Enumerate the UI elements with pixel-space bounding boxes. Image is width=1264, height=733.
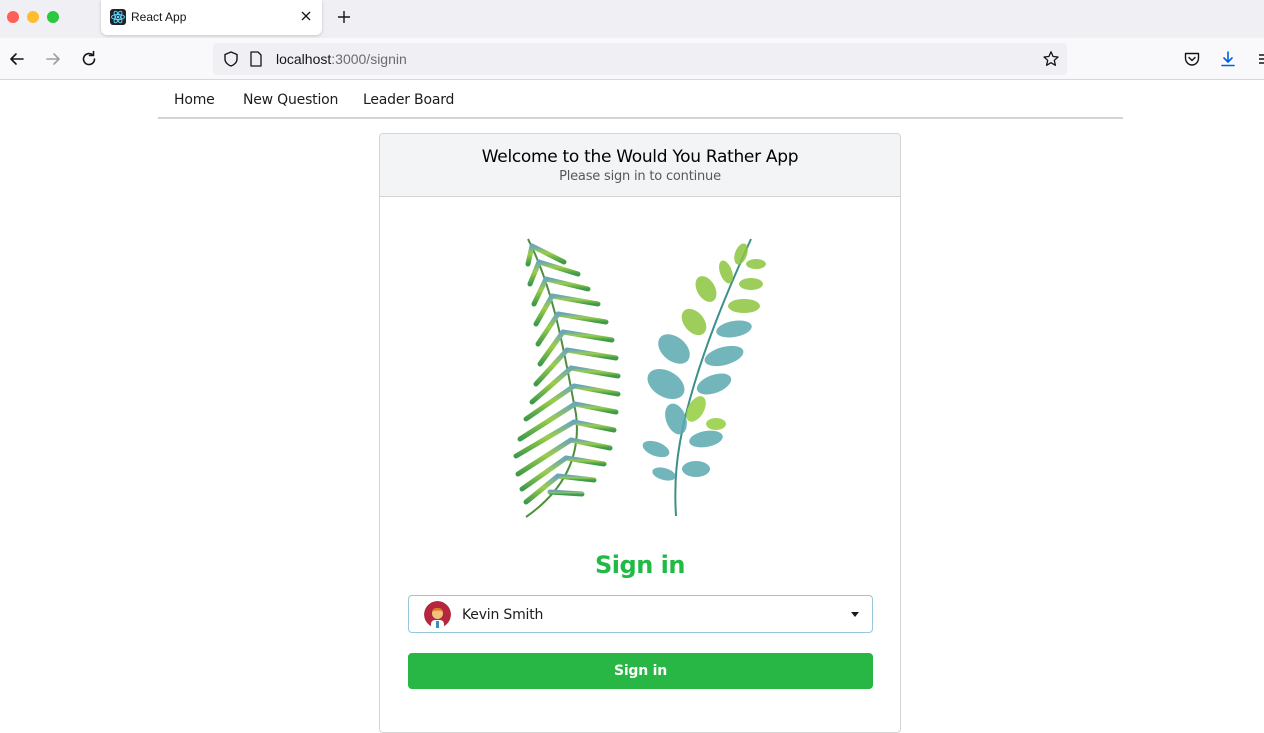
signin-card: Welcome to the Would You Rather App Plea…: [379, 133, 901, 733]
browser-toolbar: localhost:3000/signin: [0, 38, 1264, 80]
signin-button[interactable]: Sign in: [408, 653, 873, 689]
page-content: Home New Question Leader Board Welcome t…: [3, 81, 1264, 733]
selected-user-name: Kevin Smith: [462, 607, 544, 623]
chevron-down-icon[interactable]: [851, 612, 859, 617]
pocket-icon[interactable]: [1183, 50, 1201, 68]
url-host: localhost: [276, 51, 332, 67]
shield-icon[interactable]: [222, 50, 240, 68]
back-arrow-icon[interactable]: [7, 49, 27, 69]
react-favicon: [110, 9, 126, 25]
page-icon: [250, 51, 262, 67]
reload-icon[interactable]: [79, 49, 99, 69]
plus-icon[interactable]: [337, 10, 351, 24]
window-minimize-button[interactable]: [27, 11, 39, 23]
browser-tab[interactable]: React App: [101, 0, 322, 35]
tab-title: React App: [131, 10, 187, 24]
user-select-dropdown[interactable]: Kevin Smith: [408, 595, 873, 633]
url-text[interactable]: localhost:3000/signin: [276, 51, 407, 67]
download-icon[interactable]: [1219, 50, 1237, 68]
url-path: :3000/signin: [331, 51, 407, 67]
nav-item-leader-board[interactable]: Leader Board: [363, 92, 454, 108]
eucalyptus-branch: [642, 238, 766, 517]
fern-leaf: [513, 238, 621, 518]
menu-icon[interactable]: [1254, 50, 1264, 68]
window-close-button[interactable]: [7, 11, 19, 23]
star-icon[interactable]: [1042, 50, 1060, 68]
leaves-illustration: [513, 238, 766, 518]
nav-item-new-question[interactable]: New Question: [243, 92, 338, 108]
window-maximize-button[interactable]: [47, 11, 59, 23]
avatar: [424, 601, 451, 628]
card-subtitle: Please sign in to continue: [559, 169, 721, 184]
nav-item-home[interactable]: Home: [174, 92, 215, 108]
signin-heading: Sign in: [595, 551, 685, 579]
card-title: Welcome to the Would You Rather App: [481, 147, 799, 167]
close-icon[interactable]: [300, 10, 312, 22]
card-header: Welcome to the Would You Rather App Plea…: [380, 134, 900, 197]
browser-titlebar: React App: [0, 0, 1264, 38]
app-navbar: Home New Question Leader Board: [158, 81, 1123, 119]
address-bar[interactable]: localhost:3000/signin: [213, 43, 1067, 75]
forward-arrow-icon[interactable]: [43, 49, 63, 69]
